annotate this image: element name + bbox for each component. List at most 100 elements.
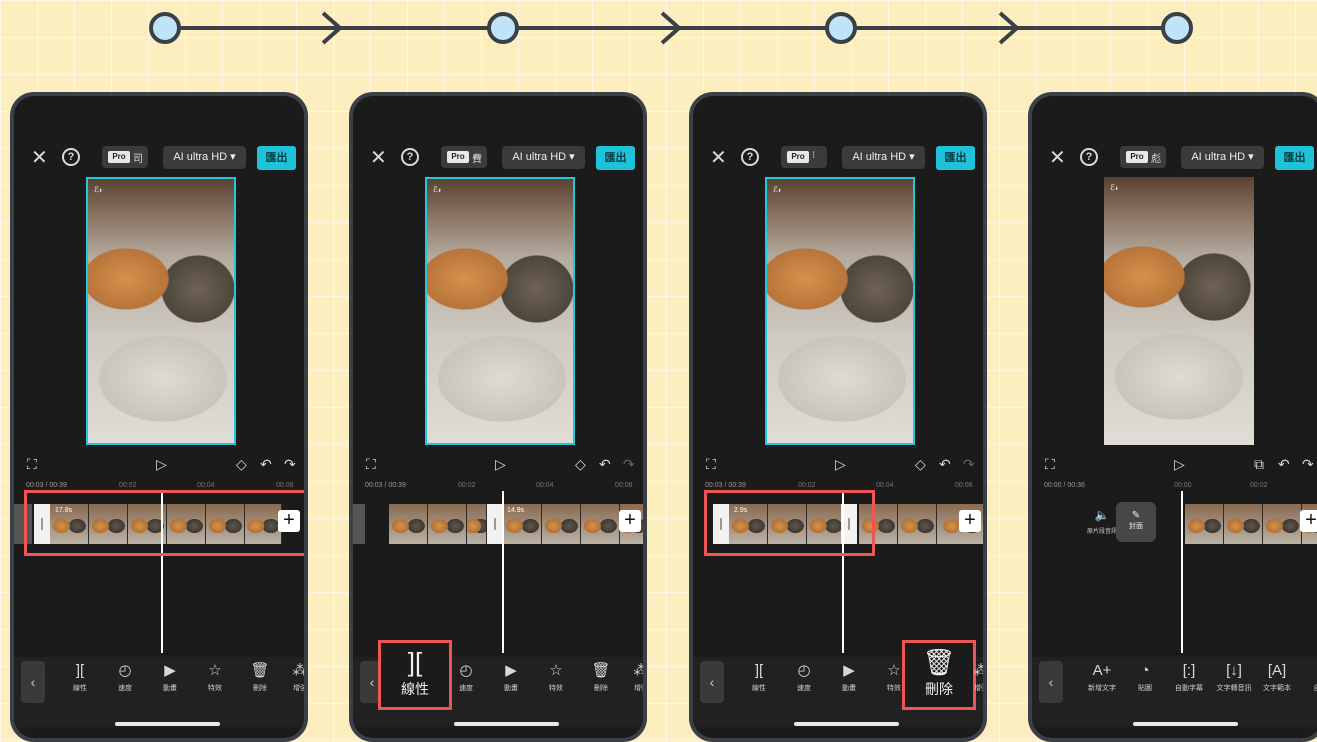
enhance-icon: ⁂ bbox=[292, 662, 308, 679]
redo-icon[interactable]: ↷ bbox=[1302, 457, 1314, 471]
help-icon[interactable]: ? bbox=[401, 148, 419, 166]
tool-sticker[interactable]: ◔ 貼圖 bbox=[1125, 662, 1165, 693]
keyframe-icon[interactable]: ◇ bbox=[915, 457, 926, 471]
split-icon: ][ bbox=[407, 647, 423, 677]
tool-more[interactable]: 自 bbox=[1297, 662, 1317, 693]
close-icon[interactable]: ✕ bbox=[1049, 148, 1066, 168]
prev-clip[interactable] bbox=[353, 504, 365, 544]
export-button[interactable]: 匯出 bbox=[257, 146, 296, 170]
ruler-tick: 00:02 bbox=[458, 482, 476, 489]
tool-speed[interactable]: ◴ 速度 bbox=[105, 662, 145, 693]
undo-icon[interactable]: ↶ bbox=[1278, 457, 1290, 471]
cover-button[interactable]: ✎ 封面 bbox=[1116, 502, 1156, 542]
export-button[interactable]: 匯出 bbox=[596, 146, 635, 170]
clip-frame bbox=[898, 504, 937, 544]
help-icon[interactable]: ? bbox=[1080, 148, 1098, 166]
play-icon[interactable]: ▷ bbox=[156, 457, 167, 471]
flow-node-2 bbox=[487, 12, 519, 44]
tool-split[interactable]: ][ 線性 bbox=[60, 662, 100, 693]
split-button-highlighted[interactable]: ][ 線性 bbox=[378, 640, 452, 710]
clip-frame bbox=[389, 504, 428, 544]
video-preview[interactable]: ℰ𝓇 bbox=[86, 177, 236, 445]
resolution-dropdown[interactable]: AI ultra HD ▾ bbox=[842, 146, 925, 169]
pro-chip-label: 司 bbox=[133, 154, 143, 165]
pro-chip[interactable]: Pro 彪 bbox=[1120, 146, 1166, 168]
fullscreen-icon[interactable]: ⛶ bbox=[27, 457, 37, 471]
pro-chip[interactable]: Pro 費 bbox=[441, 146, 487, 168]
ruler-tick: 00:06 bbox=[615, 482, 633, 489]
text-template-icon: [A] bbox=[1267, 662, 1287, 679]
video-preview[interactable]: ℰ𝓇 bbox=[765, 177, 915, 445]
play-icon[interactable]: ▷ bbox=[495, 457, 506, 471]
clip-strip[interactable] bbox=[1185, 504, 1317, 544]
add-clip-button[interactable]: + bbox=[619, 510, 641, 532]
tool-animation[interactable]: ▶ 動畫 bbox=[829, 662, 869, 693]
keyframe-icon[interactable]: ◇ bbox=[575, 457, 586, 471]
tool-delete[interactable]: 🗑 刪除 bbox=[240, 662, 280, 693]
back-chevron-icon[interactable]: ‹ bbox=[1039, 661, 1063, 703]
tool-effects[interactable]: ☆ 特效 bbox=[195, 662, 235, 693]
tool-effects[interactable]: ☆ 特效 bbox=[536, 662, 576, 693]
resolution-dropdown[interactable]: AI ultra HD ▾ bbox=[502, 146, 585, 169]
redo-icon[interactable]: ↷ bbox=[284, 457, 296, 471]
undo-icon[interactable]: ↶ bbox=[599, 457, 611, 471]
clip-strip-left[interactable] bbox=[389, 504, 487, 544]
tool-enhance[interactable]: ⁂ 增強 bbox=[280, 662, 308, 693]
split-icon: ][ bbox=[754, 662, 764, 679]
fullscreen-icon[interactable]: ⛶ bbox=[366, 457, 376, 471]
trim-handle-left[interactable] bbox=[487, 504, 503, 544]
undo-icon[interactable]: ↶ bbox=[939, 457, 951, 471]
help-icon[interactable]: ? bbox=[741, 148, 759, 166]
ruler-tick: 00:04 bbox=[536, 482, 554, 489]
clip-frame bbox=[467, 504, 487, 544]
timecode: 00:00 / 00:36 bbox=[1044, 482, 1085, 489]
tool-text-to-speech[interactable]: [↓] 文字轉音訊 bbox=[1214, 662, 1254, 693]
tool-speed[interactable]: ◴ 速度 bbox=[446, 662, 486, 693]
add-clip-button[interactable]: + bbox=[1300, 510, 1317, 532]
back-chevron-icon[interactable]: ‹ bbox=[700, 661, 724, 703]
tool-speed[interactable]: ◴ 速度 bbox=[784, 662, 824, 693]
fullscreen-icon[interactable]: ⛶ bbox=[706, 457, 716, 471]
animation-icon: ▶ bbox=[843, 662, 855, 679]
undo-icon[interactable]: ↶ bbox=[260, 457, 272, 471]
video-preview[interactable]: ℰ𝓇 bbox=[1104, 177, 1254, 445]
pro-chip[interactable]: Pro 司 bbox=[102, 146, 148, 168]
playhead[interactable] bbox=[1181, 491, 1183, 653]
redo-icon[interactable]: ↷ bbox=[623, 457, 635, 471]
close-icon[interactable]: ✕ bbox=[370, 148, 387, 168]
redo-icon[interactable]: ↷ bbox=[963, 457, 975, 471]
fullscreen-icon[interactable]: ⛶ bbox=[1045, 457, 1055, 471]
play-icon[interactable]: ▷ bbox=[1174, 457, 1185, 471]
watermark: ℰ𝓇 bbox=[433, 185, 442, 194]
resolution-dropdown[interactable]: AI ultra HD ▾ bbox=[1181, 146, 1264, 169]
keyframe-icon[interactable]: ◇ bbox=[236, 457, 247, 471]
clip-frame bbox=[1185, 504, 1224, 544]
caption-icon[interactable]: ⧉ bbox=[1254, 457, 1264, 471]
tool-delete[interactable]: 🗑 刪除 bbox=[581, 662, 621, 693]
tool-auto-captions[interactable]: [:] 自動字幕 bbox=[1169, 662, 1209, 693]
close-icon[interactable]: ✕ bbox=[710, 148, 727, 168]
tool-animation[interactable]: ▶ 動畫 bbox=[150, 662, 190, 693]
add-text-icon: A+ bbox=[1092, 662, 1112, 679]
watermark: ℰ𝓇 bbox=[94, 185, 103, 194]
help-icon[interactable]: ? bbox=[62, 148, 80, 166]
step-flow-connector bbox=[149, 11, 1193, 45]
back-chevron-icon[interactable]: ‹ bbox=[21, 661, 45, 703]
tool-animation[interactable]: ▶ 動畫 bbox=[491, 662, 531, 693]
playhead[interactable] bbox=[502, 491, 504, 653]
close-icon[interactable]: ✕ bbox=[31, 148, 48, 168]
tool-enhance[interactable]: ⁂ 增強 bbox=[621, 662, 644, 693]
video-preview[interactable]: ℰ𝓇 bbox=[425, 177, 575, 445]
tool-split[interactable]: ][ 線性 bbox=[739, 662, 779, 693]
auto-captions-icon: [:] bbox=[1182, 662, 1196, 679]
flow-node-3 bbox=[825, 12, 857, 44]
export-button[interactable]: 匯出 bbox=[936, 146, 975, 170]
play-icon[interactable]: ▷ bbox=[835, 457, 846, 471]
tool-text-template[interactable]: [A] 文字範本 bbox=[1257, 662, 1297, 693]
resolution-dropdown[interactable]: AI ultra HD ▾ bbox=[163, 146, 246, 169]
add-clip-button[interactable]: + bbox=[959, 510, 981, 532]
export-button[interactable]: 匯出 bbox=[1275, 146, 1314, 170]
tool-add-text[interactable]: A+ 新增文字 bbox=[1082, 662, 1122, 693]
tool-enhance[interactable]: ⁂ 增強 bbox=[961, 662, 984, 693]
pro-chip[interactable]: Pro ⁝ bbox=[781, 146, 827, 168]
